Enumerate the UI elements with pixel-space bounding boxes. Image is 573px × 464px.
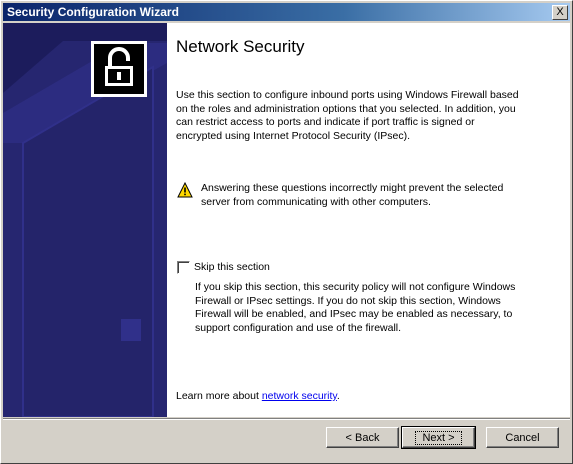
skip-description: If you skip this section, this security … xyxy=(195,281,515,335)
back-button[interactable]: < Back xyxy=(326,427,399,448)
learn-more-suffix: . xyxy=(336,390,340,402)
cancel-button[interactable]: Cancel xyxy=(486,427,559,448)
title-bar[interactable]: Security Configuration Wizard X xyxy=(3,3,570,21)
intro-text: Use this section to configure inbound po… xyxy=(176,89,519,143)
padlock-icon xyxy=(91,41,147,97)
sidebar-panel xyxy=(3,23,167,417)
warning-text: Answering these questions incorrectly mi… xyxy=(201,182,503,209)
intro-line: encrypted using Internet Protocol Securi… xyxy=(176,129,411,142)
skip-section-label-text: Skip this section xyxy=(194,261,270,273)
skip-section-checkbox[interactable] xyxy=(177,261,190,274)
network-security-link[interactable]: network security xyxy=(262,390,337,402)
close-button[interactable]: X xyxy=(552,5,568,20)
skip-description-line: Firewall or IPsec settings. If you do no… xyxy=(195,294,501,307)
skip-description-line: Firewall will be enabled, and IPsec may … xyxy=(195,308,513,320)
learn-more: Learn more about network security. xyxy=(176,390,340,404)
wizard-content: Network Security Use this section to con… xyxy=(3,23,570,417)
page-title: Network Security xyxy=(176,37,305,56)
warning-line: server from communicating with other com… xyxy=(201,195,431,208)
next-button[interactable]: Next > xyxy=(401,426,476,449)
intro-line: can restrict access to ports and indicat… xyxy=(176,116,475,128)
skip-description-line: support configuration and use of the fir… xyxy=(195,321,402,334)
warning-line: Answering these questions incorrectly mi… xyxy=(201,182,504,194)
intro-line: Use this section to configure inbound po… xyxy=(176,89,519,101)
next-button-label: Next > xyxy=(415,431,462,445)
learn-more-prefix: Learn more about xyxy=(176,390,262,402)
skip-section-label[interactable]: Skip this section xyxy=(194,261,270,273)
skip-description-line: If you skip this section, this security … xyxy=(195,281,516,293)
warning-icon xyxy=(177,182,193,198)
wizard-window: Security Configuration Wizard X Network … xyxy=(0,0,573,464)
footer-separator xyxy=(3,418,570,420)
window-title: Security Configuration Wizard xyxy=(7,5,179,19)
intro-line: on the roles and administration options … xyxy=(176,102,516,115)
